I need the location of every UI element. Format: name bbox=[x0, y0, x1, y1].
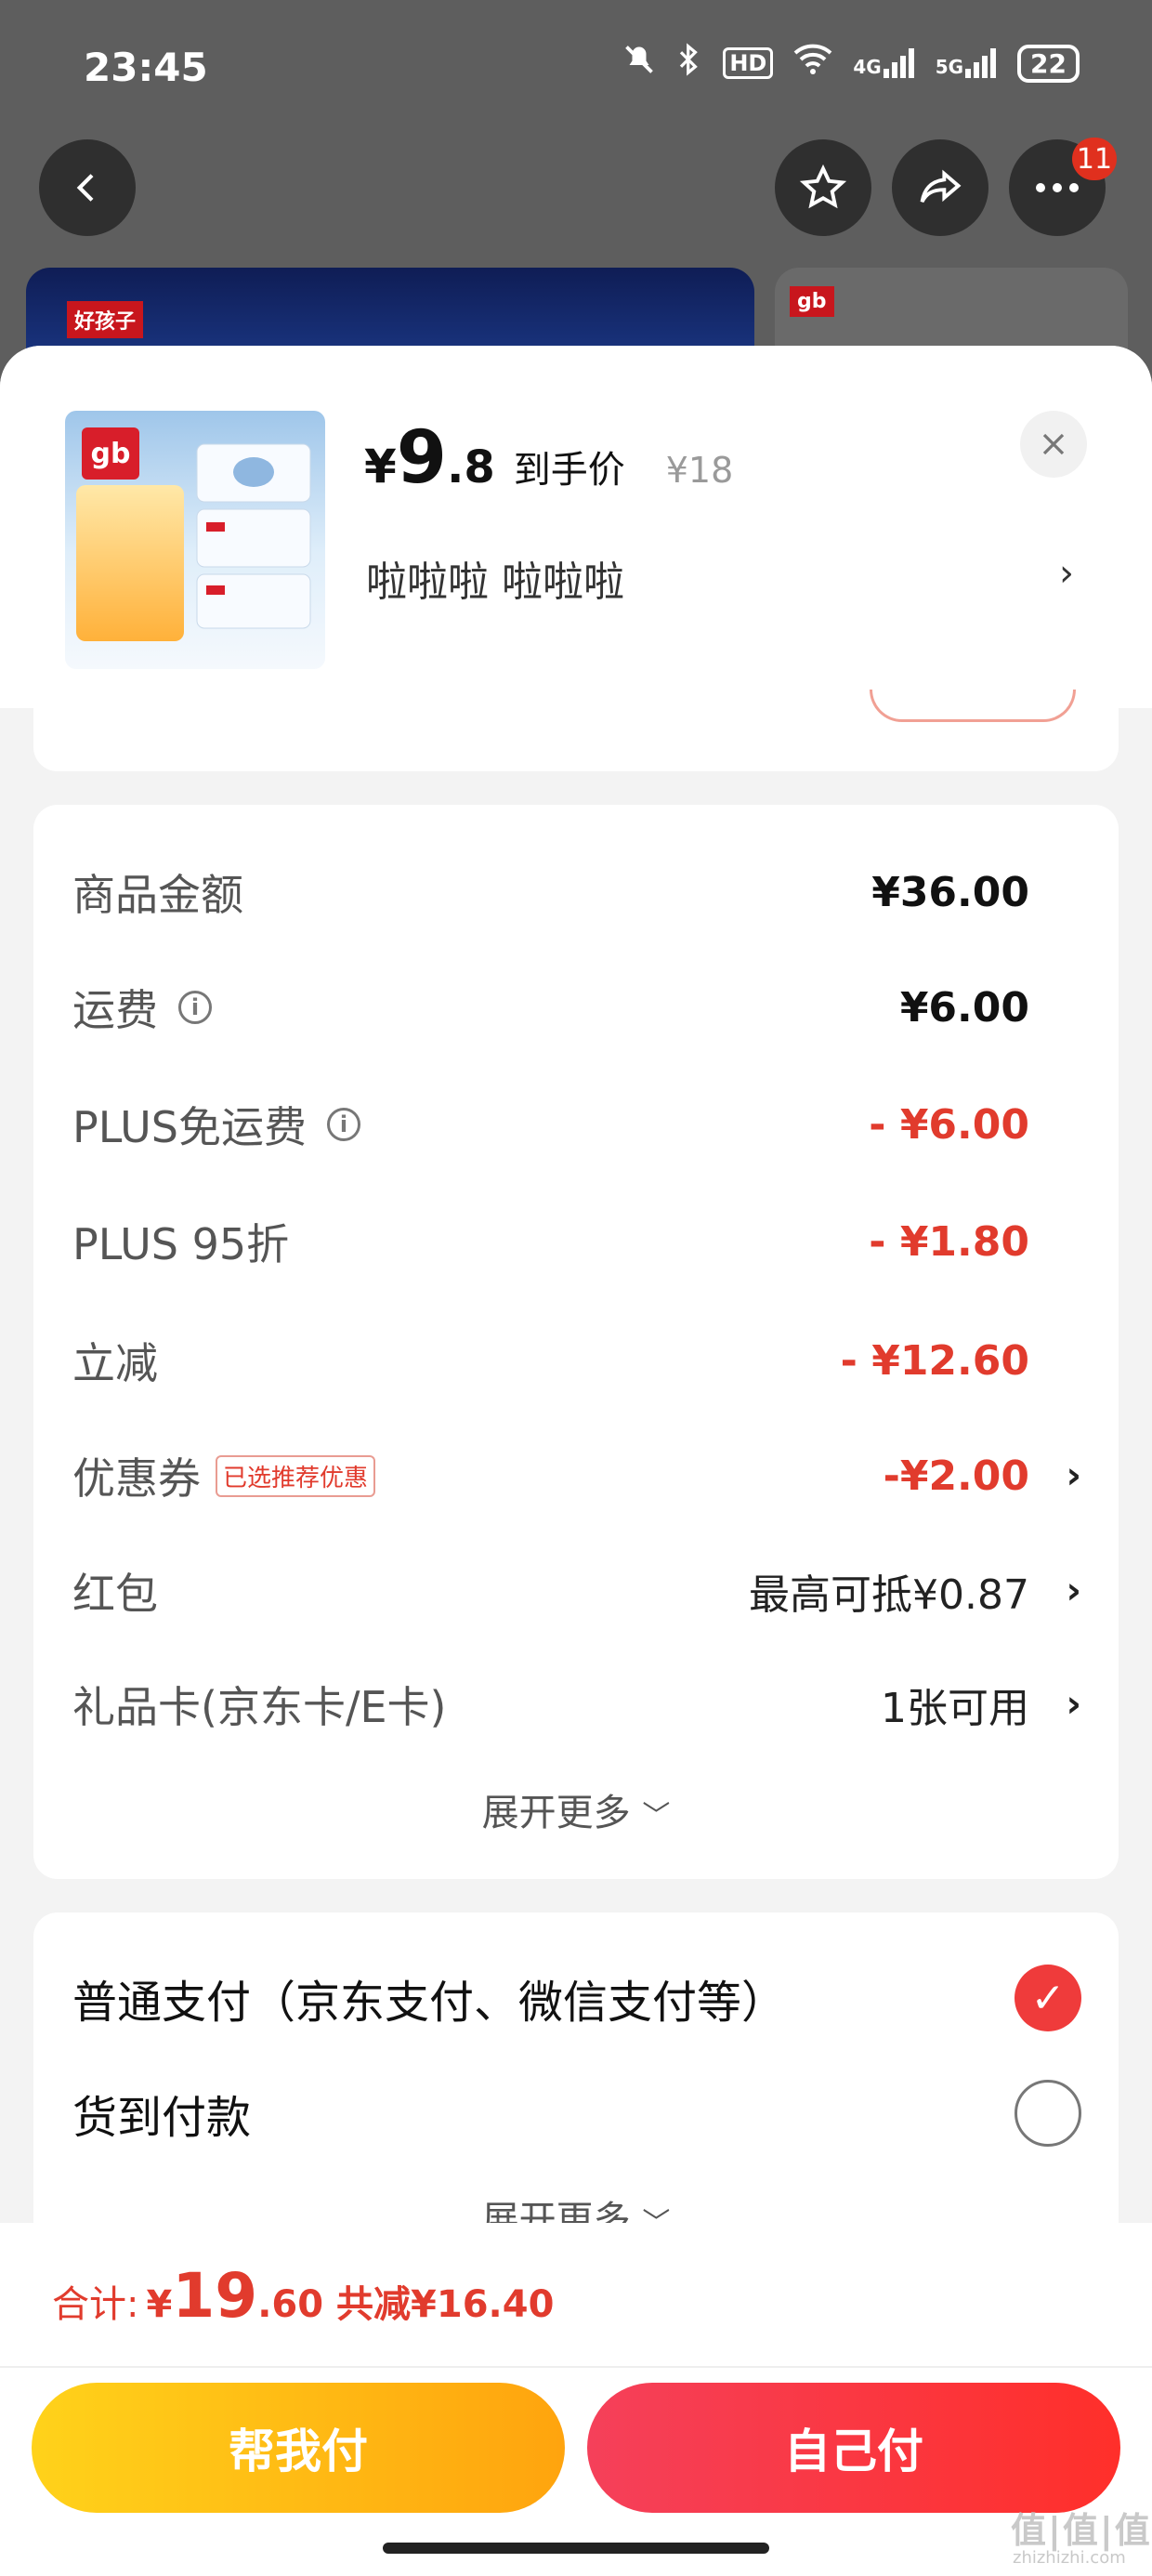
help-pay-button[interactable]: 帮我付 bbox=[32, 2383, 565, 2513]
product-thumbnail: gb bbox=[65, 411, 325, 669]
row-plus-discount: PLUS 95折 - ¥1.80 bbox=[72, 1217, 1029, 1270]
brand-tag: 好孩子 bbox=[67, 301, 144, 338]
signal-5g-icon: 5G bbox=[936, 48, 997, 78]
watermark-url: zhizhizhi.com bbox=[1013, 2548, 1126, 2568]
row-red-packet[interactable]: 红包 最高可抵¥0.87 › bbox=[72, 1554, 1085, 1628]
brand-logo: gb bbox=[82, 427, 139, 480]
chevron-right-icon: › bbox=[1066, 1454, 1081, 1497]
selected-variant[interactable]: 啦啦啦 啦啦啦 bbox=[366, 548, 624, 608]
promo-tag-image bbox=[76, 485, 184, 641]
status-bar: 23:45 HD 4G 5G 22 bbox=[0, 0, 1152, 139]
close-icon bbox=[1042, 433, 1065, 455]
wifi-icon bbox=[793, 44, 832, 83]
payment-method-card bbox=[33, 1912, 1119, 2228]
row-instant-reduction: 立减 - ¥12.60 bbox=[72, 1336, 1029, 1389]
mute-icon bbox=[622, 43, 656, 84]
more-badge: 11 bbox=[1072, 138, 1117, 180]
home-indicator[interactable] bbox=[383, 2543, 769, 2554]
info-icon[interactable]: i bbox=[178, 991, 212, 1024]
price-decimal: .8 bbox=[447, 441, 495, 493]
row-plus-free-shipping: PLUS免运费 i - ¥6.00 bbox=[72, 1100, 1029, 1153]
close-button[interactable] bbox=[1020, 411, 1087, 478]
share-icon bbox=[920, 169, 962, 204]
chevron-down-icon: ﹀ bbox=[642, 2207, 670, 2223]
favorite-button[interactable] bbox=[775, 139, 871, 236]
watermark: 值|值|值 bbox=[1011, 2510, 1152, 2551]
chevron-down-icon: ﹀ bbox=[642, 1800, 671, 1833]
back-button[interactable] bbox=[39, 139, 136, 236]
price-currency: ¥ bbox=[364, 440, 397, 493]
row-coupon[interactable]: 优惠券 已选推荐优惠 -¥2.00 › bbox=[72, 1439, 1085, 1513]
original-price: ¥18 bbox=[665, 450, 734, 491]
battery-icon: 22 bbox=[1017, 44, 1080, 83]
payment-option-normal[interactable]: 普通支付（京东支付、微信支付等） bbox=[72, 1961, 1085, 2035]
info-icon[interactable]: i bbox=[326, 1108, 360, 1141]
row-shipping: 运费 i ¥6.00 bbox=[72, 983, 1029, 1036]
partial-button-outline bbox=[870, 690, 1076, 722]
product-price: ¥ 9 .8 到手价 ¥18 bbox=[364, 416, 733, 500]
coupon-tag: 已选推荐优惠 bbox=[216, 1454, 376, 1497]
signal-4g-icon: 4G bbox=[853, 48, 914, 78]
chevron-right-icon[interactable]: › bbox=[1059, 552, 1074, 595]
chevron-right-icon: › bbox=[1066, 1683, 1081, 1726]
wipes-package-image bbox=[196, 443, 311, 629]
star-icon bbox=[799, 164, 847, 209]
checkmark-icon[interactable]: ✓ bbox=[1015, 1965, 1081, 2031]
row-gift-card[interactable]: 礼品卡(京东卡/E卡) 1张可用 › bbox=[72, 1667, 1085, 1741]
status-icons: HD 4G 5G 22 bbox=[622, 43, 1080, 84]
total-amount: 合计: ¥ 19 .60 共减¥16.40 bbox=[52, 2260, 555, 2332]
payment-option-cod[interactable]: 货到付款 bbox=[72, 2076, 1085, 2150]
bluetooth-icon bbox=[676, 43, 702, 84]
radio-button[interactable] bbox=[1015, 2080, 1081, 2147]
more-dots-icon bbox=[1036, 183, 1079, 192]
price-label: 到手价 bbox=[513, 449, 625, 492]
self-pay-button[interactable]: 自己付 bbox=[587, 2383, 1120, 2513]
brand-tag-2: gb bbox=[790, 286, 834, 317]
chevron-right-icon: › bbox=[1066, 1570, 1081, 1612]
total-savings: 共减¥16.40 bbox=[336, 2283, 555, 2326]
price-integer: 9 bbox=[396, 416, 448, 500]
share-button[interactable] bbox=[892, 139, 988, 236]
divider bbox=[0, 2366, 1152, 2368]
status-time: 23:45 bbox=[84, 45, 208, 90]
expand-more-payment-button[interactable]: 展开更多 ﹀ bbox=[0, 2189, 1152, 2223]
hd-icon: HD bbox=[723, 47, 774, 79]
expand-more-button[interactable]: 展开更多 ﹀ bbox=[0, 1782, 1152, 1836]
row-goods-amount: 商品金额 ¥36.00 bbox=[72, 868, 1029, 921]
chevron-left-icon bbox=[76, 174, 94, 202]
